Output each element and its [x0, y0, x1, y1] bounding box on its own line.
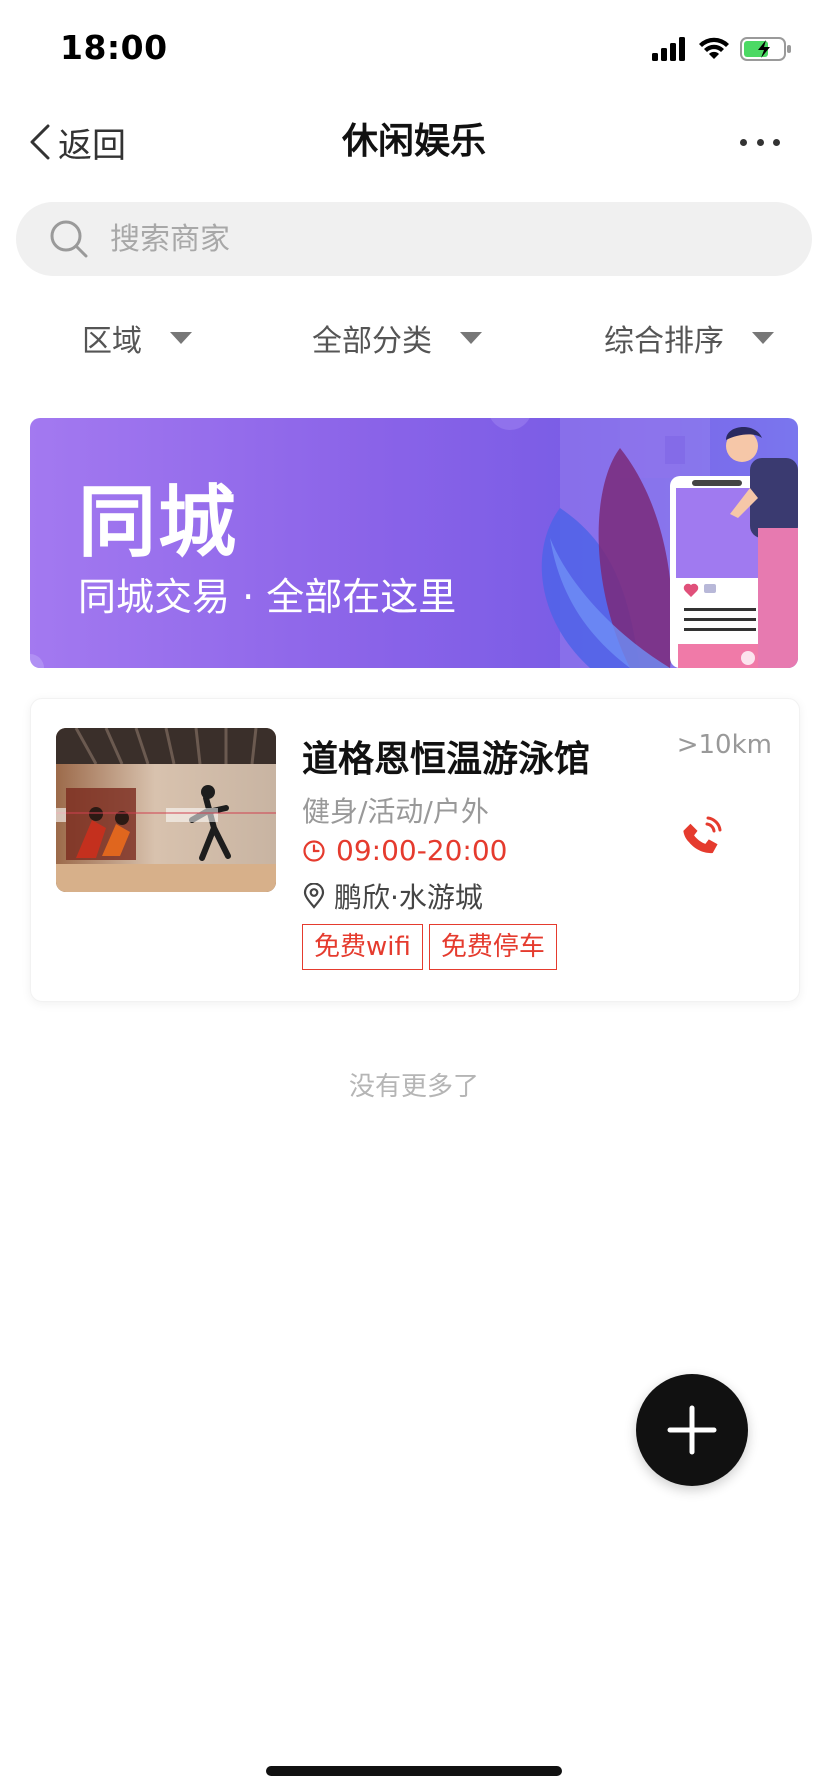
- wifi-icon: [699, 37, 729, 59]
- search-input[interactable]: [110, 202, 710, 276]
- page-title: 休闲娱乐: [341, 121, 486, 162]
- no-more-text: 没有更多了: [348, 1072, 479, 1102]
- location-pin-icon: [303, 883, 325, 909]
- caret-down-icon: [752, 332, 774, 344]
- banner-title: 同城: [78, 478, 239, 568]
- plus-icon: [667, 1405, 717, 1455]
- more-icon[interactable]: [740, 124, 780, 160]
- battery-icon: [740, 37, 791, 61]
- add-button[interactable]: [636, 1374, 748, 1486]
- merchant-distance: >10km: [676, 730, 772, 760]
- signal-icon: [652, 37, 685, 61]
- filter-category[interactable]: 全部分类: [312, 314, 482, 362]
- caret-down-icon: [460, 332, 482, 344]
- caret-down-icon: [170, 332, 192, 344]
- merchant-photo: [56, 728, 276, 892]
- merchant-hours-row: 09:00-20:00: [302, 834, 508, 867]
- promo-banner[interactable]: 同城 同城交易 · 全部在这里: [30, 418, 798, 668]
- merchant-hours: 09:00-20:00: [336, 834, 508, 867]
- clock-icon: [303, 839, 325, 862]
- home-indicator: [266, 1766, 562, 1776]
- merchant-address: 鹏欣·水游城: [334, 881, 483, 914]
- filter-sort[interactable]: 综合排序: [604, 314, 774, 362]
- tag-parking: 免费停车: [428, 924, 557, 970]
- search-icon: [50, 220, 88, 258]
- merchant-name[interactable]: 道格恩恒温游泳馆: [302, 730, 590, 782]
- filter-area-label: 区域: [82, 324, 142, 359]
- tag-wifi: 免费wifi: [302, 924, 423, 970]
- banner-subtitle: 同城交易 · 全部在这里: [78, 575, 457, 619]
- merchant-tags: 免费wifi 免费停车: [302, 924, 557, 970]
- merchant-category: 健身/活动/户外: [302, 795, 489, 828]
- status-icons: [652, 34, 792, 64]
- merchant-address-row: 鹏欣·水游城: [302, 876, 483, 916]
- status-time: 18:00: [60, 28, 168, 67]
- phone-icon[interactable]: [680, 810, 728, 858]
- filter-category-label: 全部分类: [312, 324, 432, 359]
- filter-sort-label: 综合排序: [604, 324, 724, 359]
- filter-area[interactable]: 区域: [82, 314, 192, 362]
